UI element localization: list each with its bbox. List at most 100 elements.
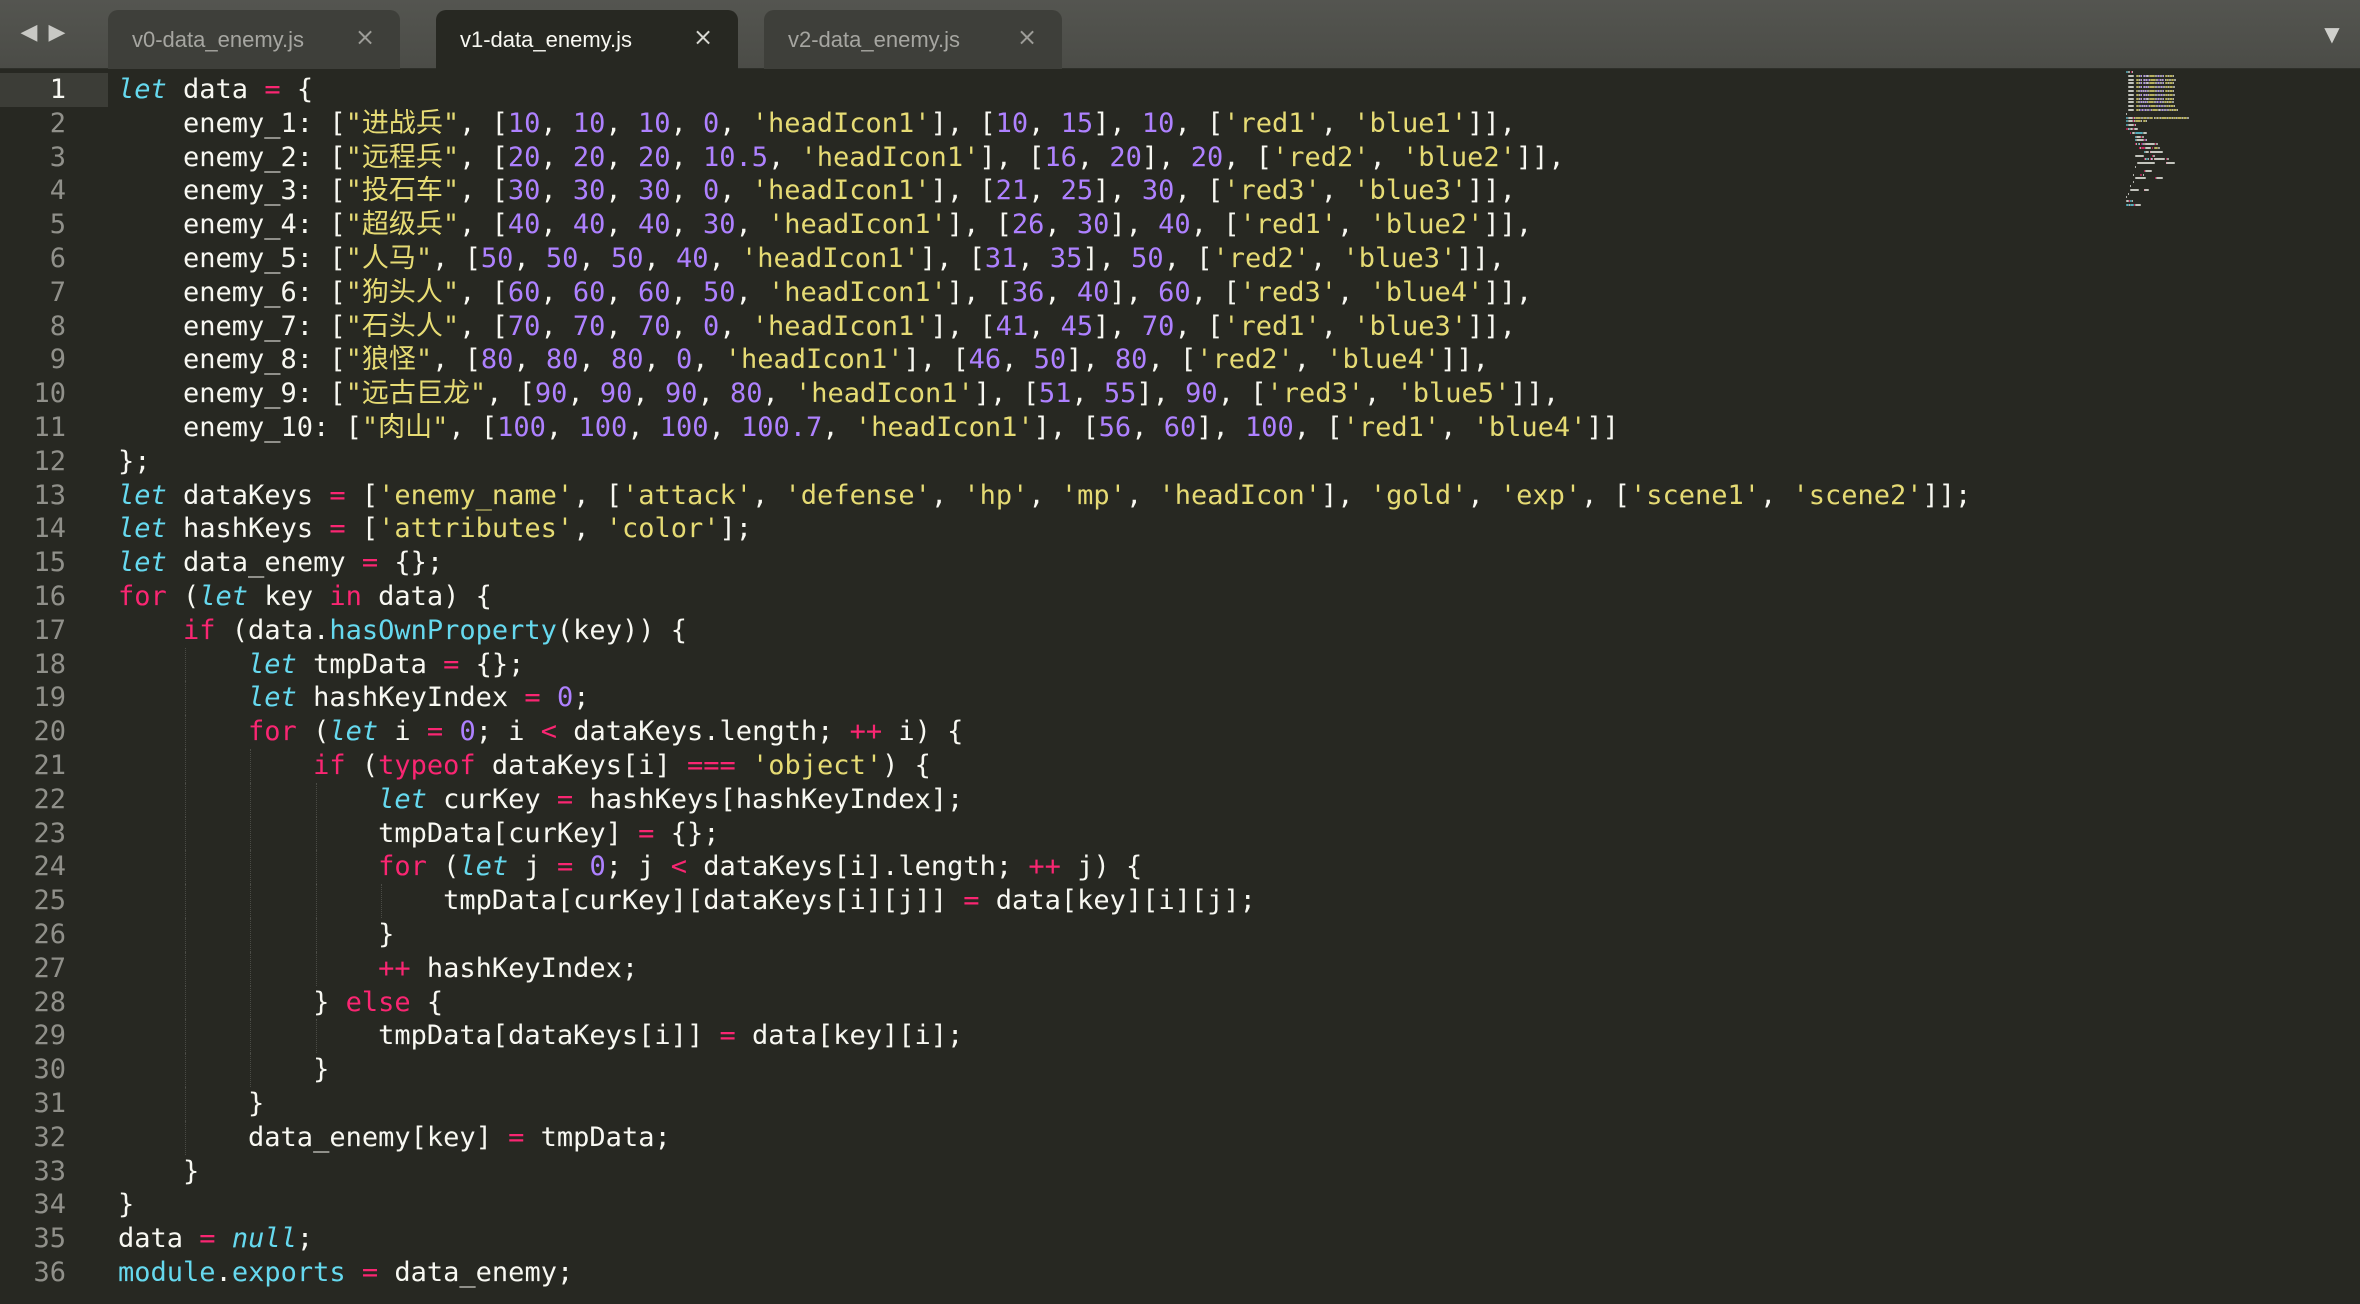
code-editor[interactable]: 1 2 3 4 5 6 7 8 9 10 11 12 13 14 15 16 17 18 19 20 21 22 23 24 2… — [0, 69, 2360, 1304]
code-token: , — [540, 276, 573, 308]
code-token: 'red1' — [1239, 209, 1338, 241]
minimap-stroke — [2172, 74, 2175, 77]
code-line[interactable]: let curKey = hashKeys[hashKeyIndex]; — [118, 783, 963, 817]
line-number: 29 — [33, 1020, 66, 1052]
code-line[interactable]: for (let i = 0; i < dataKeys.length; ++ … — [118, 715, 963, 749]
code-token: , — [1467, 479, 1500, 511]
code-line[interactable]: tmpData[dataKeys[i]] = data[key][i]; — [118, 1019, 963, 1053]
code-token: , — [762, 378, 795, 410]
code-token: , — [1320, 107, 1354, 139]
code-token: i — [378, 716, 427, 748]
code-line[interactable]: } — [118, 1053, 329, 1087]
tab-v2-data-enemy[interactable]: v2-data_enemy.js × — [764, 10, 1062, 69]
code-token: typeof — [378, 750, 476, 781]
code-line[interactable]: } — [118, 918, 394, 952]
code-token: ], [ — [946, 209, 1012, 241]
tab-v0-data-enemy[interactable]: v0-data_enemy.js × — [108, 10, 400, 69]
code-line[interactable]: } — [118, 1155, 199, 1189]
code-line[interactable]: enemy_3: ["投石车", [30, 30, 30, 0, 'headIc… — [118, 174, 1516, 208]
indent-guide — [250, 850, 252, 885]
code-line[interactable]: enemy_5: ["人马", [50, 50, 50, 40, 'headIc… — [118, 242, 1505, 276]
code-line[interactable]: enemy_7: ["石头人", [70, 70, 70, 0, 'headIc… — [118, 310, 1516, 344]
code-line[interactable]: enemy_2: ["远程兵", [20, 20, 20, 10.5, 'hea… — [118, 141, 1565, 175]
code-line[interactable]: let data = { — [118, 73, 313, 107]
code-token: 10 — [1141, 107, 1175, 139]
code-token: key — [248, 581, 330, 612]
minimap-stroke — [2131, 131, 2135, 134]
code-line[interactable]: enemy_10: ["肉山", [100, 100, 100, 100.7, … — [118, 411, 1619, 445]
code-token: ], [ — [903, 344, 969, 376]
indent-guide — [315, 1019, 317, 1054]
code-token: 'headIcon1' — [768, 209, 947, 241]
close-icon[interactable]: × — [690, 24, 716, 50]
triangle-left-icon[interactable]: ◀ — [14, 18, 44, 48]
code-line[interactable]: ++ hashKeyIndex; — [118, 952, 638, 986]
indent-guide — [185, 715, 187, 749]
code-line[interactable]: }; — [118, 445, 151, 479]
code-line[interactable]: } — [118, 1188, 134, 1222]
code-line[interactable]: for (let j = 0; j < dataKeys[i].length; … — [118, 850, 1142, 884]
minimap-stroke — [2132, 173, 2134, 176]
code-line[interactable]: data = null; — [118, 1222, 313, 1256]
close-icon[interactable]: × — [352, 24, 378, 50]
minimap-stroke — [2148, 116, 2154, 119]
code-token: ]] — [1586, 412, 1619, 443]
code-token: 0 — [589, 851, 606, 883]
code-token: tmpData[curKey][dataKeys[i][j]] — [118, 885, 964, 917]
code-line[interactable]: enemy_8: ["狼怪", [80, 80, 80, 0, 'headIco… — [118, 343, 1489, 377]
code-token: , — [1125, 479, 1159, 511]
indent-guide — [315, 884, 317, 918]
triangle-down-icon[interactable]: ▼ — [2318, 20, 2346, 48]
line-number: 28 — [33, 986, 66, 1018]
code-line[interactable]: module.exports = data_enemy; — [118, 1256, 573, 1290]
code-token: let — [459, 851, 509, 883]
code-area[interactable]: let data = { enemy_1: ["进战兵", [10, 10, 1… — [118, 69, 2118, 1304]
code-line[interactable]: tmpData[curKey][dataKeys[i][j]] = data[k… — [118, 884, 1256, 918]
code-line[interactable]: let hashKeys = ['attributes', 'color']; — [118, 512, 752, 546]
line-number: 22 — [33, 783, 66, 815]
code-line[interactable]: data_enemy[key] = tmpData; — [118, 1121, 671, 1155]
code-line[interactable]: } — [118, 1087, 264, 1121]
triangle-right-icon[interactable]: ▶ — [42, 18, 72, 48]
minimap[interactable] — [2126, 69, 2256, 229]
tab-v1-data-enemy[interactable]: v1-data_enemy.js × — [436, 10, 738, 69]
code-line[interactable]: if (typeof dataKeys[i] === 'object') { — [118, 749, 931, 783]
code-line[interactable]: enemy_6: ["狗头人", [60, 60, 60, 50, 'headI… — [118, 276, 1532, 310]
indent-guide — [380, 884, 382, 918]
line-number: 12 — [33, 445, 66, 477]
code-token: 10 — [507, 107, 541, 139]
close-icon[interactable]: × — [1014, 24, 1040, 50]
code-line[interactable]: tmpData[curKey] = {}; — [118, 817, 719, 851]
code-line[interactable]: let tmpData = {}; — [118, 648, 524, 682]
code-token: let — [329, 716, 379, 748]
code-line[interactable]: let data_enemy = {}; — [118, 546, 443, 580]
minimap-stroke — [2127, 124, 2134, 127]
indent-guide — [250, 816, 252, 851]
code-line[interactable]: if (data.hasOwnProperty(key)) { — [118, 614, 687, 648]
code-token: ) { — [882, 750, 931, 781]
code-token: ]], — [1483, 209, 1533, 241]
code-line[interactable]: let hashKeyIndex = 0; — [118, 681, 589, 715]
tab-label: v0-data_enemy.js — [132, 27, 305, 52]
code-line[interactable]: enemy_4: ["超级兵", [40, 40, 40, 30, 'headI… — [118, 208, 1532, 242]
minimap-stroke — [2149, 105, 2156, 108]
code-token: , [ — [459, 310, 508, 342]
code-line[interactable]: enemy_9: ["远古巨龙", [90, 90, 90, 80, 'head… — [118, 377, 1559, 411]
code-line[interactable]: enemy_1: ["进战兵", [10, 10, 10, 0, 'headIc… — [118, 107, 1516, 141]
code-token: , — [930, 479, 964, 511]
code-token: ], — [1196, 412, 1245, 443]
code-line[interactable]: let dataKeys = ['enemy_name', ['attack',… — [118, 479, 1971, 513]
minimap-stroke — [2174, 78, 2177, 81]
code-line[interactable]: } else { — [118, 986, 443, 1020]
code-token: 60 — [1163, 412, 1197, 443]
code-line[interactable]: for (let key in data) { — [118, 580, 492, 614]
code-token: , [ — [1174, 310, 1224, 342]
line-number-gutter: 1 2 3 4 5 6 7 8 9 10 11 12 13 14 15 16 17 18 19 20 21 22 23 24 2… — [0, 69, 108, 1304]
tab-bar: ◀ ▶ v0-data_enemy.js × v1-data_enemy.js … — [0, 0, 2360, 69]
line-number: 3 — [49, 141, 66, 173]
minimap-stroke — [2128, 90, 2134, 92]
line-number: 20 — [33, 716, 66, 748]
